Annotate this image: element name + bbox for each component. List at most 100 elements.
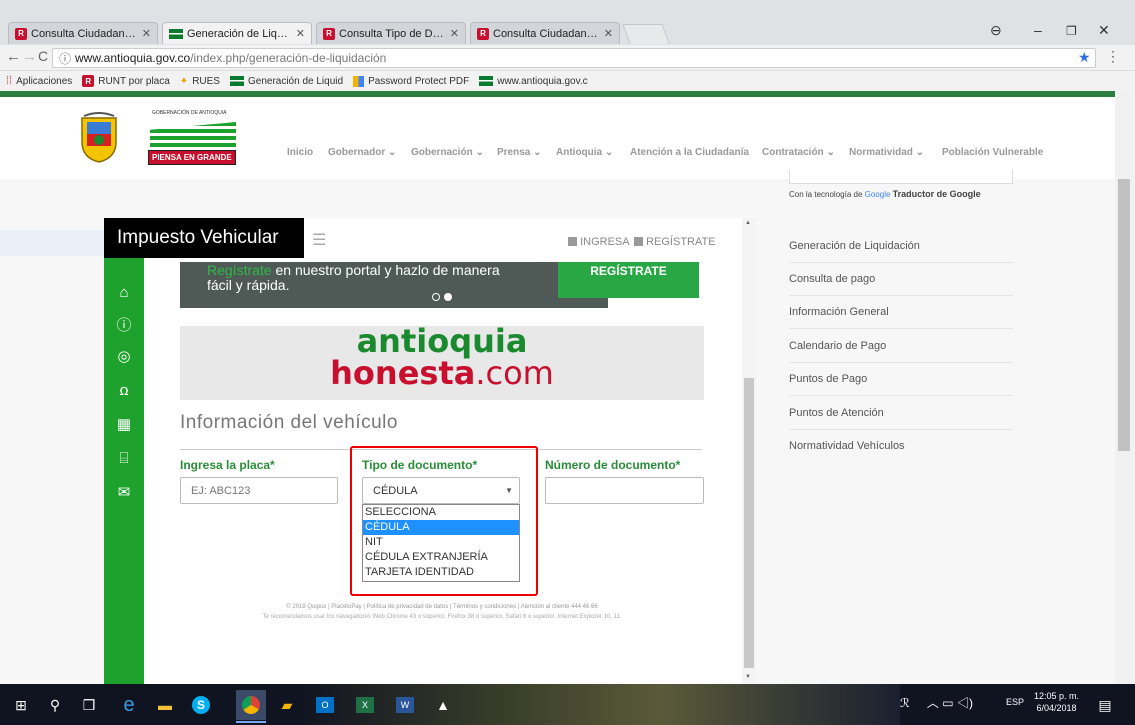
maximize-button[interactable]: ❐ xyxy=(1066,24,1077,38)
skype-icon[interactable]: S xyxy=(186,690,216,720)
url-path: /index.php/generación-de-liquidación xyxy=(190,51,387,65)
sidebar-link-puntos-pago[interactable]: Puntos de Pago xyxy=(789,363,1013,396)
edge-icon[interactable]: e xyxy=(114,690,144,720)
nav-gobernador[interactable]: Gobernador ⌄ xyxy=(328,147,396,158)
menu-dots-icon[interactable]: ⋮ xyxy=(1106,48,1120,65)
numero-documento-input[interactable] xyxy=(545,477,704,504)
banner-registrate-button[interactable]: REGÍSTRATE xyxy=(558,262,699,298)
file-explorer-icon[interactable]: ▬ xyxy=(150,690,180,720)
users-icon[interactable]: ꭥ xyxy=(112,378,136,402)
nav-normatividad[interactable]: Normatividad ⌄ xyxy=(849,147,924,158)
logo-badge: PIENSA EN GRANDE xyxy=(148,150,236,165)
bookmark-runt[interactable]: R RUNT por placa xyxy=(82,75,170,87)
close-tab-icon[interactable]: ✕ xyxy=(450,27,459,40)
bookmark-generacion[interactable]: Generación de Liquid xyxy=(229,76,343,87)
bank-icon[interactable]: ⌸ xyxy=(112,446,136,470)
forward-icon[interactable]: → xyxy=(22,48,37,65)
tab-consulta-tipo-documento[interactable]: R Consulta Tipo de Docum ✕ xyxy=(316,22,466,44)
carousel-dot-active[interactable] xyxy=(444,293,452,301)
translator-name: Traductor de Google xyxy=(892,189,981,199)
sidebar-link-calendario[interactable]: Calendario de Pago xyxy=(789,330,1013,363)
nav-poblacion[interactable]: Población Vulnerable xyxy=(942,147,1043,158)
chrome-icon[interactable] xyxy=(236,690,266,720)
ingresa-link[interactable]: INGRESA xyxy=(580,236,629,248)
close-tab-icon[interactable]: ✕ xyxy=(296,27,305,40)
sidebar-link-normatividad[interactable]: Normatividad Vehículos xyxy=(789,430,1013,463)
placa-input[interactable] xyxy=(180,477,338,504)
antioquia-coat-of-arms-logo[interactable] xyxy=(78,112,120,164)
info-icon[interactable]: ⓘ xyxy=(59,50,71,67)
clock[interactable]: 12:05 p. m. 6/04/2018 xyxy=(1034,690,1079,714)
page-scrollbar-thumb[interactable] xyxy=(1118,179,1130,451)
antioquia-flag-icon xyxy=(229,76,244,86)
rues-icon: ✦ xyxy=(179,75,189,87)
clock-date: 6/04/2018 xyxy=(1036,703,1077,713)
nav-prensa[interactable]: Prensa ⌄ xyxy=(497,147,542,158)
new-tab-button[interactable] xyxy=(622,24,670,44)
bookmark-rues[interactable]: ✦ RUES xyxy=(180,76,220,87)
bookmark-label: www.antioquia.gov.c xyxy=(497,75,588,87)
sidebar-link-informacion[interactable]: Información General xyxy=(789,296,1013,329)
section-title: Información del vehículo xyxy=(180,412,398,433)
nav-antioquia[interactable]: Antioquia ⌄ xyxy=(556,147,613,158)
bookmark-aplicaciones[interactable]: ⁞⁞ Aplicaciones xyxy=(6,75,72,87)
word-icon[interactable]: W xyxy=(390,690,420,720)
notifications-icon[interactable]: ▤ xyxy=(1090,690,1120,720)
bookmark-antioquia[interactable]: www.antioquia.gov.c xyxy=(479,75,588,87)
people-icon[interactable]: ℛ xyxy=(900,696,910,710)
search-icon[interactable]: ⚲ xyxy=(40,690,70,720)
tab-consulta-ciudadano[interactable]: R Consulta Ciudadano - RU ✕ xyxy=(8,22,158,44)
minimize-button[interactable]: – xyxy=(1034,22,1042,38)
bookmark-star-icon[interactable]: ★ xyxy=(1078,49,1091,66)
url-bar[interactable]: ⓘ www.antioquia.gov.co/index.php/generac… xyxy=(52,48,1096,68)
tab-generacion-liquidacion[interactable]: Generación de Liquidació ✕ xyxy=(162,22,312,44)
nav-contratacion[interactable]: Contratación ⌄ xyxy=(762,147,835,158)
page-scrollbar[interactable] xyxy=(1115,91,1135,684)
auth-links: INGRESA REGÍSTRATE xyxy=(568,236,716,248)
scroll-up-icon[interactable]: ▲ xyxy=(745,220,751,226)
start-windows-icon[interactable]: ⊞ xyxy=(6,690,36,720)
sticky-notes-icon[interactable]: ▰ xyxy=(272,690,302,720)
bookmark-label: RUNT por placa xyxy=(98,75,170,87)
outlook-icon[interactable]: O xyxy=(310,690,340,720)
widget-scrollbar-thumb[interactable] xyxy=(744,378,754,668)
scroll-down-icon[interactable]: ▼ xyxy=(745,674,751,680)
profile-icon[interactable]: ⊖ xyxy=(990,22,1002,39)
reload-icon[interactable]: C xyxy=(38,48,48,64)
left-strip xyxy=(0,230,104,256)
tab-consulta-ciudadano-2[interactable]: R Consulta Ciudadano - RU ✕ xyxy=(470,22,620,44)
translator-box[interactable] xyxy=(789,170,1013,184)
mail-icon[interactable]: ✉ xyxy=(112,480,136,504)
language-indicator[interactable]: ESP xyxy=(1006,697,1024,707)
back-icon[interactable]: ← xyxy=(6,48,21,65)
sidebar-link-puntos-atencion[interactable]: Puntos de Atención xyxy=(789,397,1013,430)
nav-gobernacion[interactable]: Gobernación ⌄ xyxy=(411,147,484,158)
registrate-link[interactable]: REGÍSTRATE xyxy=(646,236,715,248)
excel-icon[interactable]: X xyxy=(350,690,380,720)
home-icon[interactable]: ⌂ xyxy=(112,280,136,304)
info-circle-icon[interactable]: ⓘ xyxy=(112,312,136,336)
apps-grid-icon: ⁞⁞ xyxy=(6,75,13,87)
photos-icon[interactable]: ▲ xyxy=(428,690,458,720)
placa-label: Ingresa la placa* xyxy=(180,458,275,472)
system-tray[interactable]: ℛ ︿ ▭ ◁) xyxy=(900,694,973,711)
close-tab-icon[interactable]: ✕ xyxy=(142,27,151,40)
bookmark-password-pdf[interactable]: Password Protect PDF xyxy=(353,75,469,87)
volume-icon[interactable]: ◁) xyxy=(957,696,973,710)
close-window-button[interactable]: ✕ xyxy=(1098,22,1110,39)
nav-inicio[interactable]: Inicio xyxy=(287,147,313,158)
task-view-icon[interactable]: ❒ xyxy=(74,690,104,720)
hamburger-menu-icon[interactable]: ☰ xyxy=(312,230,326,250)
sidebar-link-generacion[interactable]: Generación de Liquidación xyxy=(789,230,1013,263)
nav-atencion[interactable]: Atención a la Ciudadanía xyxy=(630,147,749,158)
tray-chevron-icon[interactable]: ︿ xyxy=(927,696,939,710)
sidebar-link-consulta-pago[interactable]: Consulta de pago xyxy=(789,263,1013,296)
close-tab-icon[interactable]: ✕ xyxy=(604,27,613,40)
widget-scrollbar[interactable]: ▲ ▼ xyxy=(742,218,756,684)
brand-dotcom: .com xyxy=(475,354,554,392)
network-icon[interactable]: ▭ xyxy=(942,696,953,710)
carousel-dot[interactable] xyxy=(432,293,440,301)
pdf-tool-icon xyxy=(353,75,365,87)
location-pin-icon[interactable]: ◎ xyxy=(112,344,136,368)
calendar-icon[interactable]: ▦ xyxy=(112,412,136,436)
